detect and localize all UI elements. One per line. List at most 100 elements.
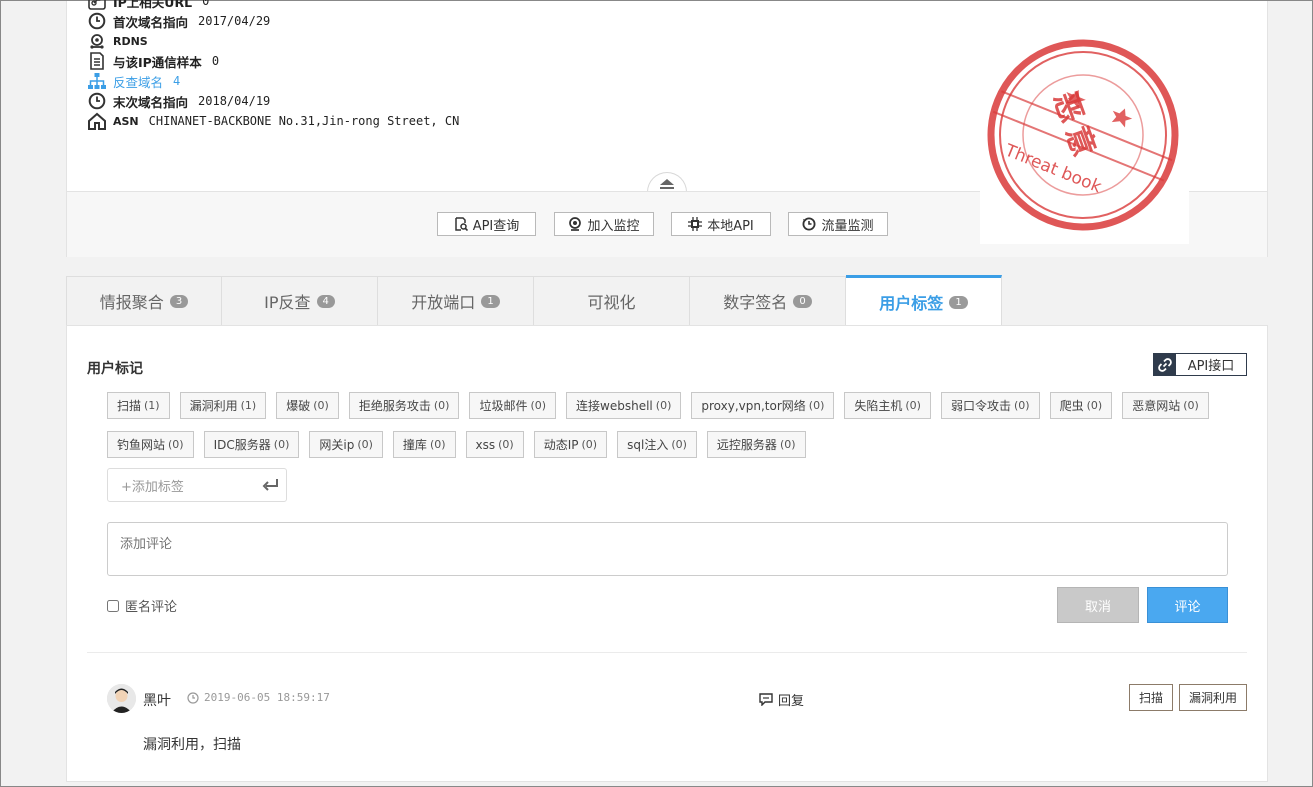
reply-button[interactable]: 回复 xyxy=(759,690,804,709)
submit-comment-button[interactable]: 评论 xyxy=(1147,587,1228,623)
tag-option[interactable]: 远控服务器 (0) xyxy=(706,431,806,458)
info-value: 2018/04/19 xyxy=(198,94,271,108)
tag-option[interactable]: 失陷主机 (0) xyxy=(844,392,931,419)
enter-icon[interactable] xyxy=(262,477,280,497)
tab-badge: 1 xyxy=(949,295,968,309)
tag-option[interactable]: IDC服务器 (0) xyxy=(203,431,300,458)
traffic-monitor-button[interactable]: 流量监测 xyxy=(788,212,888,236)
add-tag-input[interactable]: +添加标签 xyxy=(107,468,287,502)
info-value[interactable]: 4 xyxy=(173,74,180,88)
tag-count: (0) xyxy=(273,438,290,451)
comment-tags: 扫描 漏洞利用 xyxy=(1128,684,1247,711)
comment-tag[interactable]: 漏洞利用 xyxy=(1178,684,1247,711)
tag-name: 失陷主机 xyxy=(854,399,903,413)
info-label: 与该IP通信样本 xyxy=(113,54,202,70)
tag-option[interactable]: 撞库 (0) xyxy=(392,431,456,458)
tag-option[interactable]: 弱口令攻击 (0) xyxy=(940,392,1040,419)
info-row-samples: 与该IP通信样本 0 xyxy=(87,51,459,71)
tag-option[interactable]: 垃圾邮件 (0) xyxy=(469,392,557,419)
link-chain-icon xyxy=(87,0,107,11)
ip-info-list: IP上相关URL 0 首次域名指向 2017/04/29 RDNS 与该IP通信… xyxy=(87,0,459,131)
tag-name: sql注入 xyxy=(627,438,669,452)
tag-option[interactable]: 网关ip (0) xyxy=(309,431,383,458)
tab-digital-signature[interactable]: 数字签名 0 xyxy=(690,276,846,326)
traffic-monitor-label: 流量监测 xyxy=(821,218,874,234)
info-row-reverse-domain[interactable]: 反查域名 4 xyxy=(87,71,459,91)
tag-count: (0) xyxy=(905,399,921,412)
tag-option[interactable]: 爆破 (0) xyxy=(276,392,339,419)
network-settings-icon xyxy=(87,31,107,51)
info-row-first-seen: 首次域名指向 2017/04/29 xyxy=(87,11,459,31)
api-query-button[interactable]: API查询 xyxy=(437,212,536,236)
tab-open-ports[interactable]: 开放端口 1 xyxy=(378,276,534,326)
anonymous-label: 匿名评论 xyxy=(125,600,178,615)
cancel-button[interactable]: 取消 xyxy=(1057,587,1139,623)
tag-option[interactable]: 拒绝服务攻击 (0) xyxy=(348,392,460,419)
info-value: 2017/04/29 xyxy=(198,14,271,28)
info-row-related-url: IP上相关URL 0 xyxy=(87,0,459,11)
tab-label: IP反查 xyxy=(264,293,311,312)
tag-count: (0) xyxy=(779,438,796,451)
tag-option[interactable]: 恶意网站 (0) xyxy=(1122,392,1209,419)
chip-icon xyxy=(688,217,703,231)
api-interface-button[interactable]: API接口 xyxy=(1153,353,1247,376)
eject-up-icon xyxy=(660,178,674,189)
info-row-rdns: RDNS xyxy=(87,31,459,51)
user-tags-panel: 用户标记 API接口 扫描 (1) 漏洞利用 (1) 爆破 (0) 拒绝服务攻击 (0) 垃圾邮… xyxy=(66,325,1268,782)
tab-user-tags[interactable]: 用户标签 1 xyxy=(846,275,1002,326)
add-tag-placeholder: +添加标签 xyxy=(121,479,184,495)
info-label[interactable]: 反查域名 xyxy=(113,72,163,91)
info-label: 末次域名指向 xyxy=(113,94,189,110)
tag-option[interactable]: 连接webshell (0) xyxy=(566,392,682,419)
tag-name: 钓鱼网站 xyxy=(117,438,166,452)
tag-name: xss xyxy=(475,437,496,452)
tag-option[interactable]: proxy,vpn,tor网络 (0) xyxy=(691,392,835,419)
comment-username[interactable]: 黑叶 xyxy=(143,690,171,710)
camera-icon xyxy=(568,217,582,231)
tag-count: (0) xyxy=(433,399,450,412)
tag-count: (0) xyxy=(1183,399,1199,412)
tab-badge: 3 xyxy=(169,294,189,308)
refresh-clock-icon xyxy=(802,217,816,231)
comment-tag[interactable]: 扫描 xyxy=(1128,684,1173,711)
tag-count: (0) xyxy=(671,438,687,451)
tab-intel-aggregate[interactable]: 情报聚合 3 xyxy=(66,276,222,326)
info-row-last-seen: 末次域名指向 2018/04/19 xyxy=(87,91,459,111)
tab-badge: 1 xyxy=(481,294,500,308)
tag-option[interactable]: xss (0) xyxy=(465,431,524,458)
tag-option[interactable]: 动态IP (0) xyxy=(533,431,608,458)
tab-ip-reverse[interactable]: IP反查 4 xyxy=(222,276,378,326)
comment-textarea[interactable] xyxy=(107,522,1228,576)
info-row-asn: ASN CHINANET-BACKBONE No.31,Jin-rong Str… xyxy=(87,111,459,131)
document-icon xyxy=(87,51,107,71)
local-api-button[interactable]: 本地API xyxy=(671,212,771,236)
tag-option[interactable]: 爬虫 (0) xyxy=(1049,392,1113,419)
tab-visualization[interactable]: 可视化 xyxy=(534,276,690,326)
tag-name: 撞库 xyxy=(402,438,427,452)
tab-label: 用户标签 xyxy=(879,294,944,313)
info-label: ASN xyxy=(113,114,139,128)
tag-name: 连接webshell xyxy=(576,399,653,413)
tag-option[interactable]: 漏洞利用 (1) xyxy=(179,392,267,419)
tag-count: (0) xyxy=(498,438,514,451)
tag-name: 动态IP xyxy=(543,438,579,452)
tag-name: 扫描 xyxy=(117,399,142,413)
tag-option[interactable]: 扫描 (1) xyxy=(107,392,170,419)
info-label: IP上相关URL xyxy=(113,0,193,10)
anonymous-checkbox[interactable] xyxy=(107,599,119,612)
clock-icon xyxy=(87,91,107,111)
comment-time-text: 2019-06-05 18:59:17 xyxy=(204,691,330,704)
local-api-label: 本地API xyxy=(707,218,754,234)
tab-badge: 0 xyxy=(793,294,812,308)
tag-count: (0) xyxy=(168,438,184,451)
anonymous-comment-toggle[interactable]: 匿名评论 xyxy=(107,596,177,615)
tag-count: (0) xyxy=(808,399,825,412)
info-value: CHINANET-BACKBONE No.31,Jin-rong Street,… xyxy=(148,114,460,128)
tag-option[interactable]: 钓鱼网站 (0) xyxy=(107,431,194,458)
avatar[interactable] xyxy=(107,684,136,713)
add-monitor-button[interactable]: 加入监控 xyxy=(554,212,654,236)
search-document-icon xyxy=(454,217,468,231)
tag-name: 爆破 xyxy=(286,399,311,413)
api-interface-label: API接口 xyxy=(1187,359,1235,374)
tag-option[interactable]: sql注入 (0) xyxy=(617,431,697,458)
